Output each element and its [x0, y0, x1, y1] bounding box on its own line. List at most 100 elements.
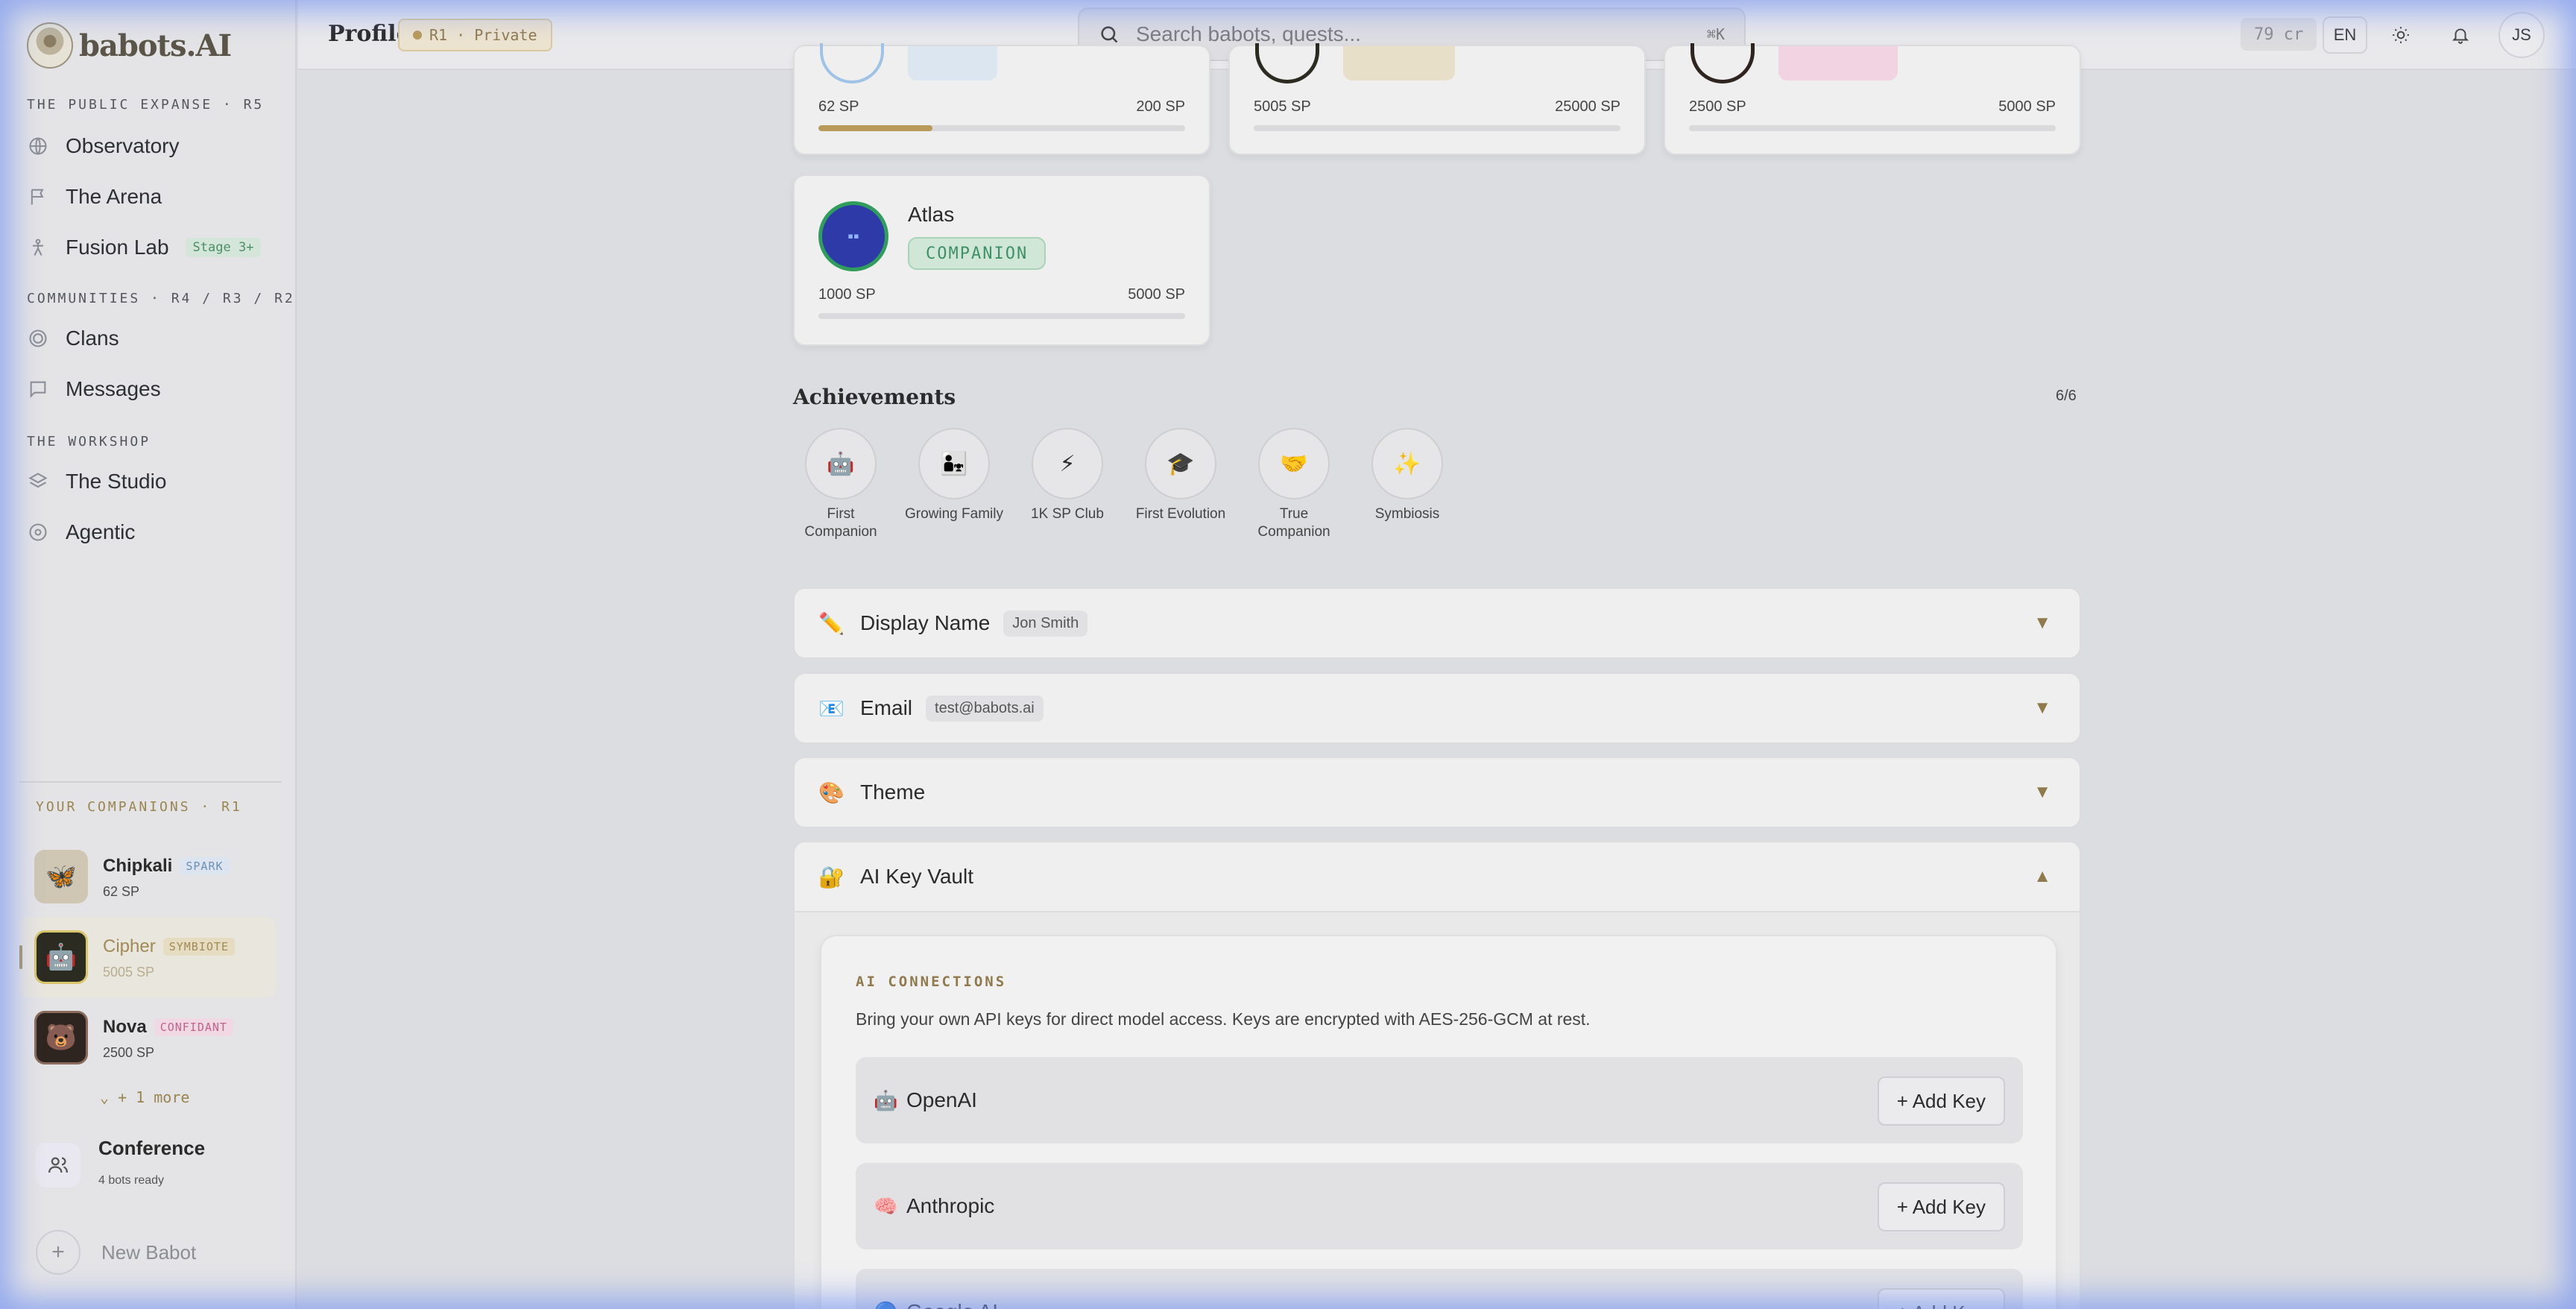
sp-current: 1000 SP	[818, 286, 876, 303]
role-badge	[1343, 46, 1455, 81]
search-input[interactable]: Search babots, quests...	[1136, 22, 1690, 46]
role-badge: COMPANION	[908, 237, 1046, 270]
users-icon	[36, 1143, 80, 1187]
conference-item[interactable]: Conference 4 bots ready	[36, 1129, 274, 1201]
fusion-icon	[27, 236, 49, 259]
bell-icon	[2452, 28, 2469, 44]
section-title: AI Key Vault	[860, 865, 974, 888]
sidebar-item-messages[interactable]: Messages	[27, 368, 161, 410]
companion-badge: SYMBIOTE	[162, 938, 235, 956]
sp-current: 62 SP	[818, 98, 859, 115]
achievement-label: First Companion	[804, 506, 877, 540]
new-babot-button[interactable]: + New Babot	[36, 1230, 196, 1275]
achievement-label: True Companion	[1257, 506, 1330, 540]
tree-logo-icon	[27, 22, 73, 69]
email-value: test@babots.ai	[926, 695, 1044, 722]
agentic-icon	[27, 521, 49, 543]
sidebar-item-observatory[interactable]: Observatory	[27, 125, 180, 167]
bot-avatar	[820, 43, 884, 83]
achievement-first-companion[interactable]: 🤖 First Companion	[789, 428, 893, 541]
sidebar-divider	[19, 781, 282, 783]
flag-icon	[27, 186, 49, 208]
robot-icon: 🤖	[874, 1088, 898, 1111]
sp-current: 5005 SP	[1254, 98, 1311, 115]
privacy-badge[interactable]: R1 · Private	[398, 19, 552, 51]
sidebar-item-label: Messages	[66, 377, 161, 400]
brain-icon: 🧠	[874, 1194, 898, 1217]
conference-subtitle: 4 bots ready	[98, 1174, 165, 1187]
companion-badge: CONFIDANT	[154, 1018, 233, 1036]
language-button[interactable]: EN	[2323, 16, 2367, 54]
sp-progress-bar	[1689, 125, 2056, 131]
section-label-public-expanse: THE PUBLIC EXPANSE · R5	[27, 97, 265, 113]
achievement-true-companion[interactable]: 🤝 True Companion	[1242, 428, 1346, 541]
display-name-section[interactable]: ✏️ Display Name Jon Smith ▼	[793, 587, 2081, 659]
provider-row-anthropic: 🧠 Anthropic + Add Key	[856, 1163, 2023, 1249]
section-title: Theme	[860, 780, 926, 804]
chevron-down-icon: ▼	[2033, 613, 2051, 633]
email-icon: 📧	[818, 696, 845, 720]
chevron-up-icon: ▲	[2033, 866, 2051, 886]
target-icon	[27, 327, 49, 350]
sidebar-item-studio[interactable]: The Studio	[27, 461, 166, 502]
chevron-down-icon: ▼	[2033, 782, 2051, 802]
achievement-growing-family[interactable]: 👨‍👧 Growing Family	[902, 428, 1006, 523]
companion-sp: 62 SP	[103, 884, 140, 899]
sp-current: 2500 SP	[1689, 98, 1746, 115]
bot-card-chipkali[interactable]: 62 SP 200 SP	[793, 43, 1210, 155]
companion-item-nova[interactable]: 🐻 Nova CONFIDANT 2500 SP	[19, 997, 276, 1078]
sidebar-item-fusion-lab[interactable]: Fusion Lab Stage 3+	[27, 227, 262, 268]
provider-row-openai: 🤖 OpenAI + Add Key	[856, 1057, 2023, 1144]
message-icon	[27, 378, 49, 400]
lightning-icon: ⚡	[1032, 428, 1103, 499]
status-dot-icon	[413, 31, 422, 40]
companion-name: Cipher	[103, 936, 156, 956]
display-name-value: Jon Smith	[1003, 610, 1088, 637]
achievement-label: Symbiosis	[1374, 506, 1440, 522]
achievement-1k-sp-club[interactable]: ⚡ 1K SP Club	[1015, 428, 1120, 523]
theme-toggle-button[interactable]	[2382, 16, 2419, 54]
privacy-label: R1 · Private	[429, 26, 537, 44]
sidebar-item-label: The Studio	[66, 470, 167, 493]
achievement-symbiosis[interactable]: ✨ Symbiosis	[1355, 428, 1459, 523]
show-more-companions[interactable]: ⌄ + 1 more	[100, 1088, 189, 1106]
bot-card-cipher[interactable]: 5005 SP 25000 SP	[1228, 43, 1646, 155]
provider-name: Google AI	[906, 1300, 998, 1309]
notifications-button[interactable]	[2442, 16, 2479, 54]
ai-connections-description: Bring your own API keys for direct model…	[856, 1009, 1591, 1029]
role-badge	[1778, 46, 1898, 81]
sp-next: 5000 SP	[1128, 286, 1185, 303]
add-key-button[interactable]: + Add Key	[1877, 1288, 2005, 1309]
sidebar-item-clans[interactable]: Clans	[27, 318, 119, 359]
search-shortcut: ⌘K	[1706, 25, 1725, 43]
show-more-label: + 1 more	[118, 1088, 190, 1106]
theme-section[interactable]: 🎨 Theme ▼	[793, 757, 2081, 828]
credits-badge[interactable]: 79 cr	[2241, 18, 2317, 51]
conference-title: Conference	[98, 1137, 206, 1159]
add-key-button[interactable]: + Add Key	[1877, 1182, 2005, 1231]
achievement-label: 1K SP Club	[1031, 506, 1104, 522]
companion-item-cipher[interactable]: 🤖 Cipher SYMBIOTE 5005 SP	[19, 917, 276, 997]
user-avatar[interactable]: JS	[2498, 12, 2545, 58]
achievement-first-evolution[interactable]: 🎓 First Evolution	[1128, 428, 1233, 523]
bot-card-nova[interactable]: 2500 SP 5000 SP	[1664, 43, 2081, 155]
companion-name-row: Chipkali SPARK	[103, 856, 230, 877]
provider-name: OpenAI	[906, 1088, 977, 1111]
section-title: Email	[860, 696, 913, 719]
sidebar-item-agentic[interactable]: Agentic	[27, 511, 135, 553]
companion-item-chipkali[interactable]: 🦋 Chipkali SPARK 62 SP	[19, 836, 276, 917]
app-logo[interactable]: babots.AI	[27, 22, 232, 69]
sidebar-item-arena[interactable]: The Arena	[27, 176, 162, 218]
palette-icon: 🎨	[818, 780, 845, 804]
butterfly-icon: 🦋	[34, 850, 88, 903]
sidebar-item-label: Agentic	[66, 520, 136, 543]
sun-icon	[2393, 27, 2409, 43]
bot-name: Atlas	[908, 203, 955, 226]
achievements-count: 6/6	[2056, 388, 2077, 404]
ai-connections-card: AI CONNECTIONS Bring your own API keys f…	[820, 935, 2057, 1309]
ai-key-vault-section[interactable]: 🔐 AI Key Vault ▲	[793, 841, 2081, 912]
bot-card-atlas[interactable]: ▪▪ Atlas COMPANION 1000 SP 5000 SP	[793, 174, 1210, 346]
add-key-button[interactable]: + Add Key	[1877, 1076, 2005, 1126]
sidebar-item-label: Fusion Lab	[66, 236, 169, 259]
email-section[interactable]: 📧 Email test@babots.ai ▼	[793, 672, 2081, 744]
